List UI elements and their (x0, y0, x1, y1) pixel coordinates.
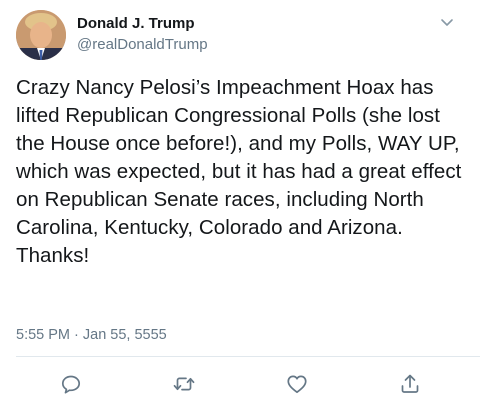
divider (16, 356, 480, 357)
reply-icon[interactable] (59, 372, 83, 396)
share-icon[interactable] (398, 372, 422, 396)
retweet-icon[interactable] (172, 372, 196, 396)
user-info: Donald J. Trump @realDonaldTrump (77, 14, 208, 55)
user-handle[interactable]: @realDonaldTrump (77, 35, 208, 55)
tweet-card: Donald J. Trump @realDonaldTrump Crazy N… (0, 0, 480, 410)
profile-photo-icon (16, 10, 66, 60)
avatar[interactable] (16, 10, 66, 60)
tweet-timestamp[interactable]: 5:55 PM · Jan 55, 5555 (16, 325, 167, 345)
display-name[interactable]: Donald J. Trump (77, 14, 208, 33)
tweet-text: Crazy Nancy Pelosi’s Impeachment Hoax ha… (16, 76, 462, 267)
heart-icon[interactable] (285, 372, 309, 396)
chevron-down-icon[interactable] (438, 14, 456, 32)
